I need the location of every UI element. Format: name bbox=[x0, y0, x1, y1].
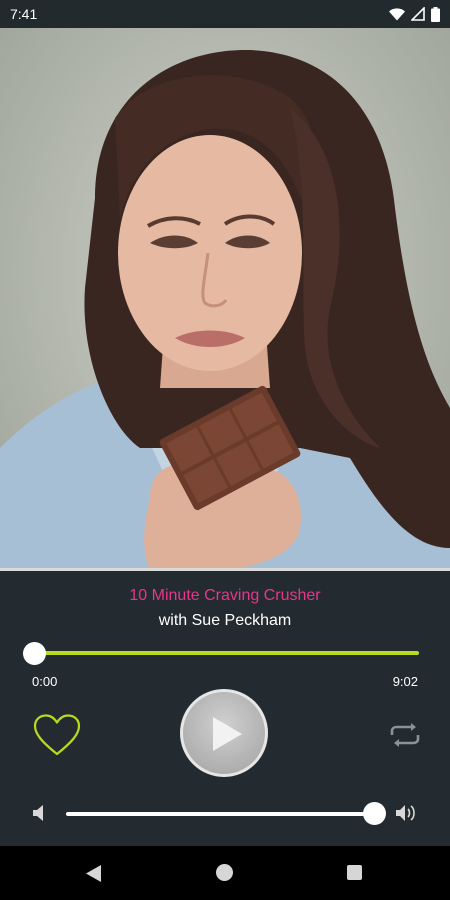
volume-high-icon bbox=[396, 805, 415, 821]
home-icon[interactable] bbox=[216, 864, 233, 881]
repeat-icon bbox=[390, 723, 420, 747]
like-button[interactable] bbox=[32, 713, 82, 757]
status-bar: 7:41 bbox=[0, 0, 450, 28]
current-time: 0:00 bbox=[32, 674, 58, 689]
play-button[interactable] bbox=[180, 689, 268, 777]
volume-thumb[interactable] bbox=[363, 802, 386, 825]
cover-art-image bbox=[0, 28, 450, 570]
recents-icon[interactable] bbox=[347, 865, 362, 880]
status-icons bbox=[389, 6, 440, 22]
progress-thumb[interactable] bbox=[23, 642, 46, 665]
player-panel: 10 Minute Craving Crusher with Sue Peckh… bbox=[0, 571, 450, 846]
total-time: 9:02 bbox=[392, 674, 418, 689]
back-icon[interactable] bbox=[86, 865, 102, 882]
volume-slider[interactable] bbox=[66, 812, 374, 816]
volume-low-icon bbox=[33, 805, 43, 821]
status-time: 7:41 bbox=[10, 6, 38, 22]
system-nav-bar bbox=[0, 846, 450, 900]
signal-icon bbox=[411, 7, 425, 21]
progress-bar[interactable] bbox=[35, 651, 419, 655]
wifi-icon bbox=[389, 7, 405, 20]
heart-icon bbox=[33, 714, 81, 756]
track-title: 10 Minute Craving Crusher bbox=[129, 587, 321, 604]
battery-icon bbox=[431, 6, 440, 22]
repeat-button[interactable] bbox=[388, 722, 422, 748]
track-artist: with Sue Peckham bbox=[158, 612, 292, 629]
play-icon bbox=[213, 717, 242, 751]
